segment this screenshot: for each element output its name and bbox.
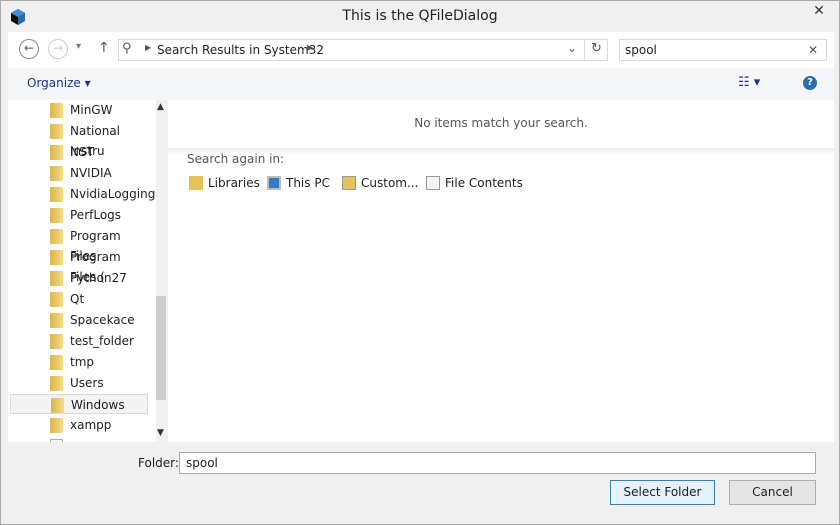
custom-folder-icon	[342, 176, 356, 190]
search-this-pc-link[interactable]: This PC	[267, 175, 330, 191]
sidebar-item[interactable]: NVIDIA	[10, 163, 148, 183]
sidebar-item-label: Qt	[70, 292, 85, 306]
close-icon[interactable]: ✕	[807, 3, 831, 23]
folder-icon	[50, 313, 63, 328]
scrollbar[interactable]: ▲ ▼	[156, 100, 166, 442]
link-label[interactable]: File Contents	[445, 176, 523, 190]
sidebar-item-label: NST	[70, 145, 94, 159]
file-contents-icon	[426, 176, 440, 190]
search-input[interactable]: spool ✕	[619, 39, 827, 61]
clear-search-icon[interactable]: ✕	[808, 43, 818, 57]
select-folder-button[interactable]: Select Folder	[610, 480, 715, 505]
chevron-right-icon: ▶	[145, 43, 152, 52]
link-label[interactable]: This PC	[286, 176, 330, 190]
folder-icon	[50, 334, 63, 349]
address-bar[interactable]: ⚲ ▶ Search Results in System32 ▶ ⌄ ↻	[118, 39, 608, 61]
sidebar-item[interactable]: Users	[10, 373, 148, 393]
folder-icon	[50, 250, 63, 265]
sidebar-item-label: Windows	[71, 398, 125, 412]
sidebar-item[interactable]: NvidiaLogging	[10, 184, 155, 204]
breadcrumb[interactable]: Search Results in System32	[157, 43, 324, 57]
scroll-down-icon[interactable]: ▼	[157, 428, 164, 438]
folder-label: Folder:	[138, 456, 179, 470]
sidebar-item-label: Spacekace	[70, 313, 135, 327]
sidebar-item-label: NvidiaLogging	[70, 187, 156, 201]
refresh-icon[interactable]: ↻	[591, 41, 602, 56]
sidebar-item-label: PerfLogs	[70, 208, 122, 222]
folder-icon	[50, 418, 63, 433]
sidebar-item[interactable]: Program Files	[10, 226, 148, 263]
file-icon	[50, 439, 63, 442]
scroll-up-icon[interactable]: ▲	[157, 102, 164, 112]
sidebar-item[interactable]: test_folder	[10, 331, 148, 351]
folder-tree: ▲ ▼ MinGW National Instru NST NVIDIA NvidiaL…	[8, 100, 166, 442]
folder-icon	[50, 187, 63, 202]
empty-message: No items match your search.	[414, 116, 588, 130]
view-options-button[interactable]: ☷ ▾	[738, 75, 760, 90]
results-pane: No items match your search. Search again…	[168, 100, 834, 442]
up-icon[interactable]: ↑	[98, 40, 110, 56]
navigation-bar: ← → ▾ ↑ ⚲ ▶ Search Results in System32 ▶…	[8, 32, 834, 68]
sidebar-item[interactable]: Windows	[10, 394, 148, 414]
search-icon: ⚲	[122, 41, 132, 56]
search-file-contents-link[interactable]: File Contents	[426, 175, 523, 191]
sidebar-item-label: NVIDIA	[70, 166, 112, 180]
sidebar-item[interactable]: tmp	[10, 352, 148, 372]
folder-icon	[50, 166, 63, 181]
sidebar-item-label: xampp	[70, 418, 112, 432]
folder-icon	[50, 376, 63, 391]
sidebar-item-label: MinGW	[70, 103, 113, 117]
libraries-icon	[189, 176, 203, 190]
chevron-right-icon[interactable]: ▶	[307, 43, 313, 52]
sidebar-item[interactable]: National Instru	[10, 121, 148, 158]
folder-icon	[50, 355, 63, 370]
scrollbar-thumb[interactable]	[156, 296, 166, 400]
help-icon[interactable]: ?	[803, 76, 817, 90]
link-label[interactable]: Custom...	[361, 176, 418, 190]
search-libraries-link[interactable]: Libraries	[189, 175, 260, 191]
sidebar-item-label: Python27	[70, 271, 127, 285]
window-title: This is the QFileDialog	[342, 8, 498, 24]
title-bar: This is the QFileDialog ✕	[1, 1, 839, 32]
sidebar-item[interactable]: Qt	[10, 289, 148, 309]
search-custom-link[interactable]: Custom...	[342, 175, 418, 191]
sidebar-item[interactable]: Python27	[10, 268, 148, 288]
toolbar: Organize ▾ ☷ ▾ ?	[8, 68, 834, 100]
recent-locations-icon[interactable]: ▾	[76, 41, 81, 52]
sidebar-item-label: test_folder	[70, 334, 134, 348]
folder-icon	[50, 271, 63, 286]
sidebar-item[interactable]: MinGW	[10, 100, 148, 120]
sidebar-item[interactable]: Program Files (	[10, 247, 148, 284]
folder-icon	[50, 124, 63, 139]
computer-icon	[267, 176, 281, 190]
search-again-label: Search again in:	[187, 152, 285, 166]
sidebar-item-label: Users	[70, 376, 104, 390]
cancel-button[interactable]: Cancel	[729, 480, 816, 505]
folder-input[interactable]: spool	[179, 452, 816, 474]
folder-icon	[51, 398, 64, 413]
folder-icon	[50, 103, 63, 118]
back-icon[interactable]: ←	[19, 39, 39, 59]
sidebar-item[interactable]: NST	[10, 142, 148, 162]
organize-button[interactable]: Organize ▾	[27, 76, 91, 90]
folder-icon	[50, 208, 63, 223]
sidebar-item[interactable]	[10, 436, 148, 442]
file-dialog: This is the QFileDialog ✕ ← → ▾ ↑ ⚲ ▶ Se…	[0, 0, 840, 525]
chevron-down-icon[interactable]: ⌄	[567, 41, 577, 55]
sidebar-item[interactable]: Spacekace	[10, 310, 148, 330]
link-label[interactable]: Libraries	[208, 176, 260, 190]
sidebar-item-label: tmp	[70, 355, 95, 369]
sidebar-item[interactable]: xampp	[10, 415, 148, 435]
folder-icon	[50, 292, 63, 307]
search-value[interactable]: spool	[625, 43, 657, 57]
forward-icon[interactable]: →	[48, 39, 68, 59]
sidebar-item[interactable]: PerfLogs	[10, 205, 148, 225]
folder-icon	[50, 145, 63, 160]
folder-icon	[50, 229, 63, 244]
